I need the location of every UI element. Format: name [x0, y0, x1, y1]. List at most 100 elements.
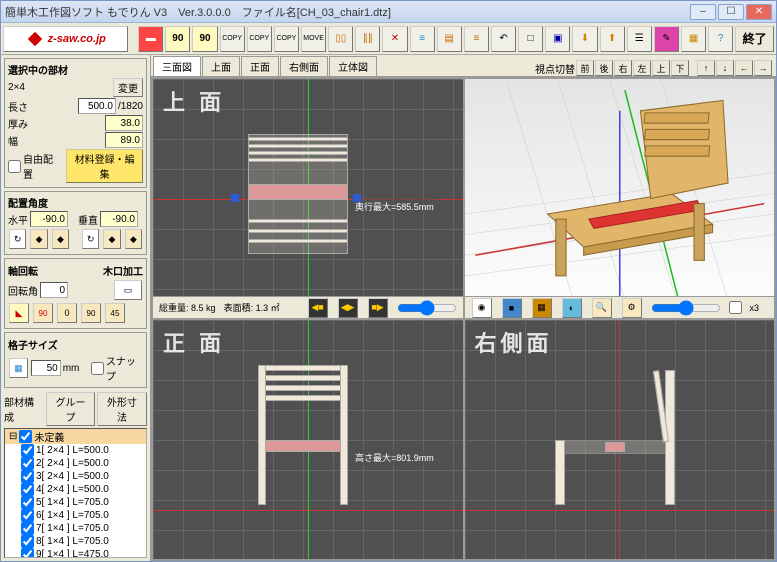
- vert-angle-input[interactable]: [100, 211, 138, 227]
- cam-left-button[interactable]: 左: [633, 60, 651, 76]
- grid-icon2[interactable]: ▦: [9, 358, 28, 378]
- page-icon[interactable]: □: [518, 26, 543, 52]
- grid2-icon[interactable]: ▦: [681, 26, 706, 52]
- set-icon[interactable]: ⚙: [622, 298, 642, 318]
- arrow-right-icon[interactable]: →: [754, 60, 772, 76]
- dir2-icon[interactable]: ◆: [52, 229, 69, 249]
- tab-front[interactable]: 正面: [241, 56, 279, 76]
- parts-tree[interactable]: ⊟ 未定義 1[ 2×4 ] L=500.0 2[ 2×4 ] L=500.0 …: [4, 428, 147, 558]
- top-view[interactable]: 上 面 奥行最大=585.5mm 総重量: 8.5 kg: [153, 79, 463, 318]
- gridsize-input[interactable]: [31, 360, 61, 376]
- help-icon[interactable]: ?: [708, 26, 733, 52]
- arrow-up-icon[interactable]: ↑: [697, 60, 715, 76]
- layers-icon[interactable]: ≡: [464, 26, 489, 52]
- arrow-down-icon[interactable]: ↓: [716, 60, 734, 76]
- align-left-icon[interactable]: ◀■: [308, 298, 328, 318]
- tab-side[interactable]: 右側面: [280, 56, 328, 76]
- part-item[interactable]: 7[ 1×4 ] L=705.0: [5, 522, 146, 535]
- outline-button[interactable]: 外形寸法: [97, 392, 147, 426]
- rot-zero-button[interactable]: 0: [57, 303, 77, 323]
- close-button[interactable]: ✕: [746, 4, 772, 20]
- part-item[interactable]: 8[ 1×4 ] L=705.0: [5, 535, 146, 548]
- thickness-input[interactable]: [105, 115, 143, 131]
- rot-m90-button[interactable]: 90: [81, 303, 101, 323]
- part-checkbox[interactable]: [21, 535, 34, 548]
- material-edit-button[interactable]: 材料登録・編集: [66, 149, 143, 183]
- tab-top[interactable]: 上面: [202, 56, 240, 76]
- dir4-icon[interactable]: ◆: [125, 229, 142, 249]
- color-wheel-icon[interactable]: ◉: [472, 298, 492, 318]
- part-checkbox[interactable]: [21, 496, 34, 509]
- delete-icon[interactable]: ✕: [382, 26, 407, 52]
- part-checkbox[interactable]: [21, 509, 34, 522]
- part-checkbox[interactable]: [21, 483, 34, 496]
- rotate-90-icon[interactable]: 90: [165, 26, 190, 52]
- grid-icon[interactable]: ▤: [437, 26, 462, 52]
- rotate-90b-icon[interactable]: 90: [192, 26, 217, 52]
- x3-checkbox[interactable]: [729, 301, 742, 314]
- zoom-icon[interactable]: 🔍: [592, 298, 612, 318]
- slider[interactable]: [397, 300, 457, 316]
- align-center-icon[interactable]: ◀▶: [338, 298, 358, 318]
- copy-icon[interactable]: COPY: [220, 26, 245, 52]
- arrow-left-icon[interactable]: ←: [735, 60, 753, 76]
- split-icon[interactable]: ∥∥: [355, 26, 380, 52]
- change-button[interactable]: 変更: [113, 78, 143, 97]
- quit-button[interactable]: 終了: [735, 26, 774, 52]
- move-icon[interactable]: MOVE: [301, 26, 326, 52]
- new-icon[interactable]: ▣: [545, 26, 570, 52]
- freeplace-checkbox[interactable]: [8, 160, 21, 173]
- snap-checkbox[interactable]: [91, 362, 104, 375]
- cam-back-button[interactable]: 後: [595, 60, 613, 76]
- list-icon[interactable]: ≡: [410, 26, 435, 52]
- front-view[interactable]: 正 面 高さ最大=801.9mm: [153, 320, 463, 559]
- rotate-icon[interactable]: ↻: [9, 229, 26, 249]
- open-icon[interactable]: ⬇: [572, 26, 597, 52]
- light-icon[interactable]: ◐: [562, 298, 582, 318]
- side-view[interactable]: 右側面: [465, 320, 775, 559]
- copy3-icon[interactable]: COPY: [274, 26, 299, 52]
- cam-up-button[interactable]: 上: [652, 60, 670, 76]
- tab-three-view[interactable]: 三面図: [153, 56, 201, 76]
- endwork-icon[interactable]: ▭: [114, 280, 142, 300]
- tool-icon[interactable]: ▬: [138, 26, 163, 52]
- undo-icon[interactable]: ↶: [491, 26, 516, 52]
- cam-right-button[interactable]: 右: [614, 60, 632, 76]
- rot-angle-input[interactable]: [40, 282, 68, 298]
- edit-icon[interactable]: ✎: [654, 26, 679, 52]
- width-input[interactable]: [105, 132, 143, 148]
- rot-p90-button[interactable]: 90: [33, 303, 53, 323]
- rotate2-icon[interactable]: ↻: [82, 229, 99, 249]
- rot-red-icon[interactable]: ◣: [9, 303, 29, 323]
- cam-down-button[interactable]: 下: [671, 60, 689, 76]
- part-item[interactable]: 9[ 1×4 ] L=475.0: [5, 548, 146, 558]
- part-checkbox[interactable]: [21, 457, 34, 470]
- part-item[interactable]: 6[ 1×4 ] L=705.0: [5, 509, 146, 522]
- solid-icon[interactable]: ■: [502, 298, 522, 318]
- tab-solid[interactable]: 立体図: [329, 56, 377, 76]
- dir3-icon[interactable]: ◆: [103, 229, 120, 249]
- group-button[interactable]: グループ: [46, 392, 95, 426]
- menu-icon[interactable]: ☰: [627, 26, 652, 52]
- save-icon[interactable]: ⬆: [600, 26, 625, 52]
- align-icon[interactable]: ▯▯: [328, 26, 353, 52]
- part-item[interactable]: 3[ 2×4 ] L=500.0: [5, 470, 146, 483]
- cam-front-button[interactable]: 前: [576, 60, 594, 76]
- align-right-icon[interactable]: ■▶: [368, 298, 388, 318]
- part-checkbox[interactable]: [21, 470, 34, 483]
- horiz-angle-input[interactable]: [30, 211, 68, 227]
- part-checkbox[interactable]: [21, 444, 34, 457]
- maximize-button[interactable]: ☐: [718, 4, 744, 20]
- minimize-button[interactable]: –: [690, 4, 716, 20]
- part-checkbox[interactable]: [21, 548, 34, 558]
- tree-root[interactable]: ⊟ 未定義: [5, 429, 146, 444]
- part-item[interactable]: 4[ 2×4 ] L=500.0: [5, 483, 146, 496]
- copy2-icon[interactable]: COPY: [247, 26, 272, 52]
- part-item[interactable]: 2[ 2×4 ] L=500.0: [5, 457, 146, 470]
- length-input[interactable]: [78, 98, 116, 114]
- part-item[interactable]: 1[ 2×4 ] L=500.0: [5, 444, 146, 457]
- persp-slider[interactable]: [651, 300, 721, 316]
- dir-icon[interactable]: ◆: [30, 229, 47, 249]
- part-checkbox[interactable]: [21, 522, 34, 535]
- part-item[interactable]: 5[ 1×4 ] L=705.0: [5, 496, 146, 509]
